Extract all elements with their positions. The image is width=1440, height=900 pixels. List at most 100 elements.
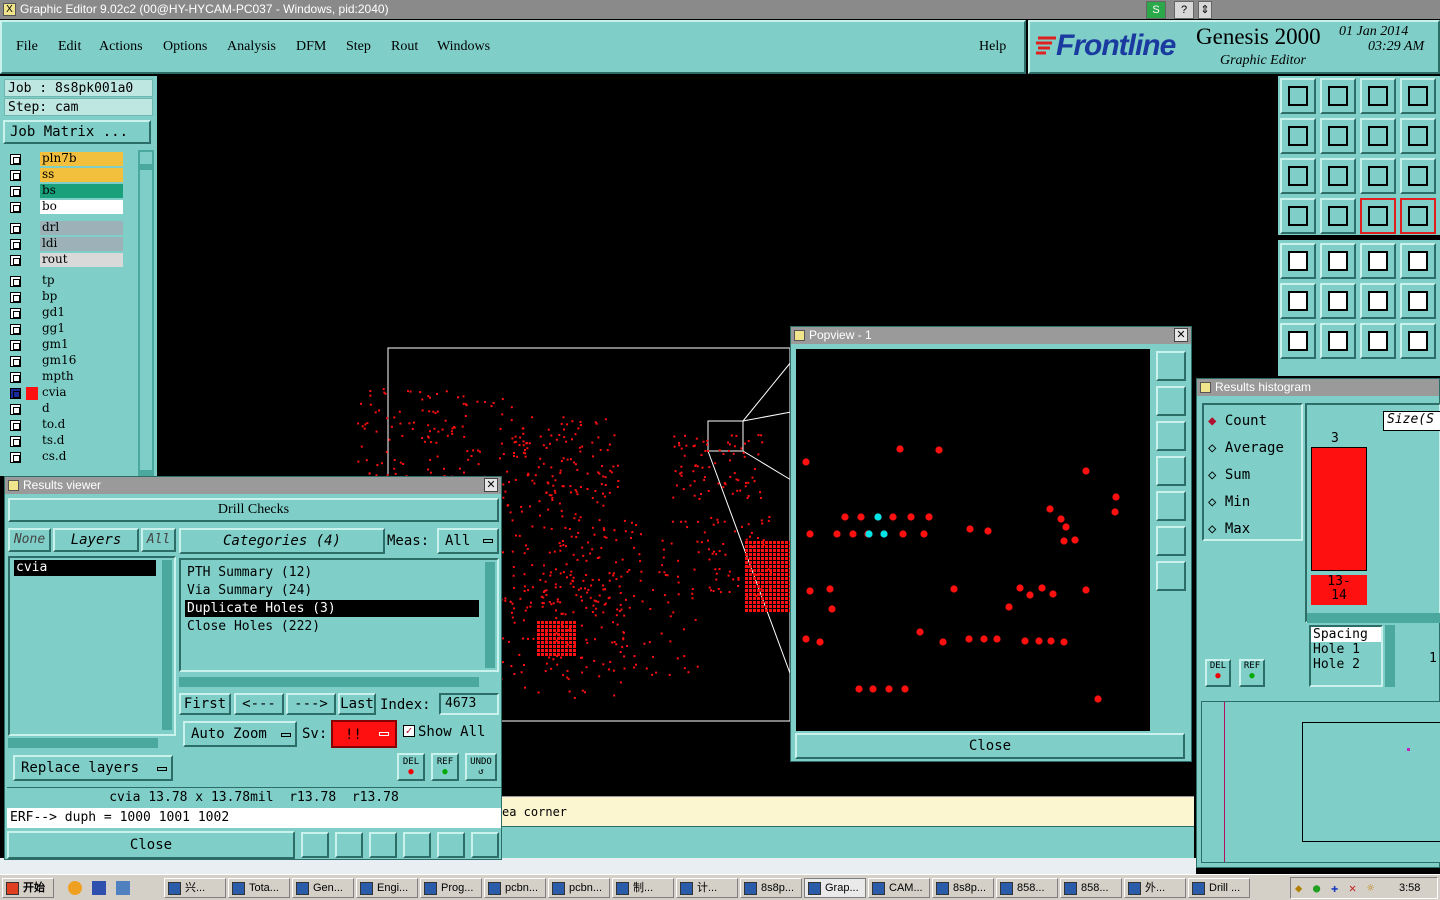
layer-name[interactable]: gd1: [40, 306, 123, 320]
scroll-up-icon[interactable]: [140, 152, 152, 164]
tray-icon[interactable]: ✚: [1331, 881, 1338, 895]
layer-row-cvia[interactable]: cvia: [6, 386, 124, 401]
net-icon[interactable]: [1280, 283, 1316, 319]
pop-pan-down-icon[interactable]: [1156, 421, 1186, 451]
layer-checkbox[interactable]: [10, 202, 21, 213]
menu-analysis[interactable]: Analysis: [227, 39, 276, 55]
first-button[interactable]: First: [179, 693, 231, 715]
snap-active-icon[interactable]: [1400, 198, 1436, 234]
category-item[interactable]: Via Summary (24): [185, 582, 479, 599]
layer-name[interactable]: bp: [40, 290, 123, 304]
taskbar-item[interactable]: pcbn...: [548, 878, 610, 898]
settings-icon[interactable]: [1280, 198, 1316, 234]
layer-name[interactable]: gg1: [40, 322, 123, 336]
layer-row-bp[interactable]: bp: [6, 290, 124, 305]
layer-checkbox[interactable]: [10, 186, 21, 197]
pad-icon[interactable]: [1400, 243, 1436, 279]
none-button[interactable]: None: [8, 528, 51, 552]
spacing-list[interactable]: Spacing Hole 1 Hole 2: [1309, 625, 1383, 687]
show-all-checkbox[interactable]: ✓: [403, 725, 415, 737]
mode-min[interactable]: ◇ Min: [1208, 494, 1250, 510]
layer-name[interactable]: mpth: [40, 370, 123, 384]
tray-icon[interactable]: ✕: [1349, 881, 1356, 895]
zoom-in-icon[interactable]: [1280, 158, 1316, 194]
home-icon[interactable]: [1360, 78, 1396, 114]
layer-row-ldi[interactable]: ldi: [6, 237, 124, 252]
undo-button[interactable]: UNDO ↺: [465, 753, 497, 781]
taskbar-item[interactable]: Grap...: [804, 878, 866, 898]
pop-zoom-in-icon[interactable]: [1156, 526, 1186, 556]
ref-cross-tool-icon[interactable]: [369, 832, 397, 858]
scale-1-2-icon[interactable]: [1360, 158, 1396, 194]
pop-zoom-home-icon[interactable]: [1156, 351, 1186, 381]
layer-name[interactable]: gm16: [40, 354, 123, 368]
categories-button[interactable]: Categories (4): [179, 528, 385, 554]
layer-name[interactable]: bo: [40, 200, 123, 214]
layer-row-ts-d[interactable]: ts.d: [6, 434, 124, 449]
layer-name[interactable]: ldi: [40, 237, 123, 251]
menu-rout[interactable]: Rout: [391, 39, 418, 55]
rotate-icon[interactable]: [1360, 118, 1396, 154]
layer-results-item-selected[interactable]: cvia: [14, 560, 156, 576]
menu-step[interactable]: Step: [346, 39, 371, 55]
layer-name[interactable]: bs: [40, 184, 123, 198]
layer-row-gd1[interactable]: gd1: [6, 306, 124, 321]
all-button[interactable]: All: [141, 528, 176, 552]
taskbar-item[interactable]: 858...: [1060, 878, 1122, 898]
layer-row-to-d[interactable]: to.d: [6, 418, 124, 433]
layer-checkbox[interactable]: [10, 223, 21, 234]
taskbar-item[interactable]: Prog...: [420, 878, 482, 898]
mode-count[interactable]: ◆ Count: [1208, 413, 1267, 429]
results-close-button[interactable]: Close: [7, 831, 295, 859]
pop-zoom-out-icon[interactable]: [1156, 561, 1186, 591]
zoom-home-icon[interactable]: [1280, 78, 1316, 114]
pan-right-icon[interactable]: [1320, 118, 1356, 154]
layer-row-mpth[interactable]: mpth: [6, 370, 124, 385]
quick-launch-icon[interactable]: [116, 881, 130, 895]
category-hscroll[interactable]: [179, 677, 479, 687]
mode-average[interactable]: ◇ Average: [1208, 440, 1284, 456]
layer-checkbox[interactable]: [10, 276, 21, 287]
histogram-bar[interactable]: [1311, 447, 1367, 571]
menu-actions[interactable]: Actions: [99, 39, 143, 55]
layer-row-pln7b[interactable]: pln7b: [6, 152, 124, 167]
layer-name[interactable]: rout: [40, 253, 123, 267]
connect-icon[interactable]: [1360, 283, 1396, 319]
tray-icon[interactable]: ◆: [1295, 881, 1302, 895]
mode-max[interactable]: ◇ Max: [1208, 521, 1250, 537]
del-button[interactable]: DEL ●: [397, 753, 425, 781]
layer-row-gg1[interactable]: gg1: [6, 322, 124, 337]
histogram-hscroll[interactable]: [1307, 613, 1440, 623]
layer-scrollbar[interactable]: [138, 150, 154, 476]
query-icon[interactable]: [1400, 158, 1436, 194]
layer-row-drl[interactable]: drl: [6, 221, 124, 236]
layer-row-bs[interactable]: bs: [6, 184, 124, 199]
frontline-icon[interactable]: [1400, 323, 1436, 359]
layer-checkbox[interactable]: [10, 324, 21, 335]
tray-icon[interactable]: ☼: [1367, 881, 1374, 895]
layer-checkbox[interactable]: [10, 154, 21, 165]
snap-red-icon[interactable]: [1360, 198, 1396, 234]
layer-checkbox[interactable]: [10, 308, 21, 319]
close-icon[interactable]: ✕: [1174, 328, 1188, 342]
meas-dropdown[interactable]: All: [437, 528, 499, 554]
menu-file[interactable]: File: [16, 39, 38, 55]
quick-launch-icon[interactable]: [68, 881, 82, 895]
layer-results-hscroll[interactable]: [8, 738, 158, 748]
window-fit-icon[interactable]: [1400, 78, 1436, 114]
layer-name[interactable]: to.d: [40, 418, 123, 432]
measure-icon[interactable]: [1320, 243, 1356, 279]
zoom-center-icon[interactable]: [1320, 158, 1356, 194]
arc-icon[interactable]: [1360, 323, 1396, 359]
tray-icon[interactable]: ●: [1313, 881, 1320, 895]
s-icon[interactable]: S: [1146, 1, 1166, 19]
step-tool-icon[interactable]: [403, 832, 431, 858]
help-icon[interactable]: ?: [1174, 1, 1194, 19]
chart-tool-icon[interactable]: [471, 832, 499, 858]
menu-dfm[interactable]: DFM: [296, 39, 326, 55]
line-icon[interactable]: [1320, 323, 1356, 359]
taskbar-item[interactable]: 8s8p...: [932, 878, 994, 898]
spacing-item[interactable]: Hole 2: [1311, 657, 1381, 672]
histo-ref-button[interactable]: REF ●: [1239, 659, 1265, 687]
layer-results-scrollbar[interactable]: [162, 560, 172, 730]
